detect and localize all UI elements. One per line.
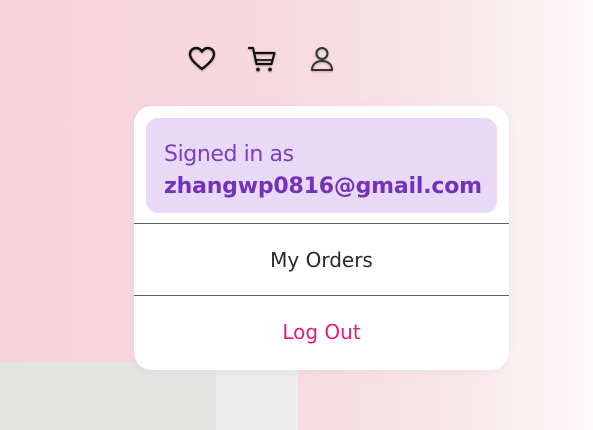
account-dropdown: Signed in as zhangwp0816@gmail.com My Or… (134, 106, 509, 370)
my-orders-menu-item[interactable]: My Orders (134, 224, 509, 295)
background-panel-secondary (216, 370, 298, 430)
signed-in-label: Signed in as (164, 142, 294, 167)
wishlist-button[interactable] (185, 42, 219, 76)
cart-button[interactable] (245, 42, 279, 76)
signed-in-panel: Signed in as zhangwp0816@gmail.com (146, 118, 497, 213)
account-button[interactable] (305, 42, 339, 76)
log-out-menu-item[interactable]: Log Out (134, 296, 509, 367)
background-panel (0, 362, 216, 430)
heart-icon (188, 46, 216, 71)
cart-icon (247, 46, 276, 72)
user-email: zhangwp0816@gmail.com (164, 174, 482, 199)
user-icon (311, 47, 333, 71)
